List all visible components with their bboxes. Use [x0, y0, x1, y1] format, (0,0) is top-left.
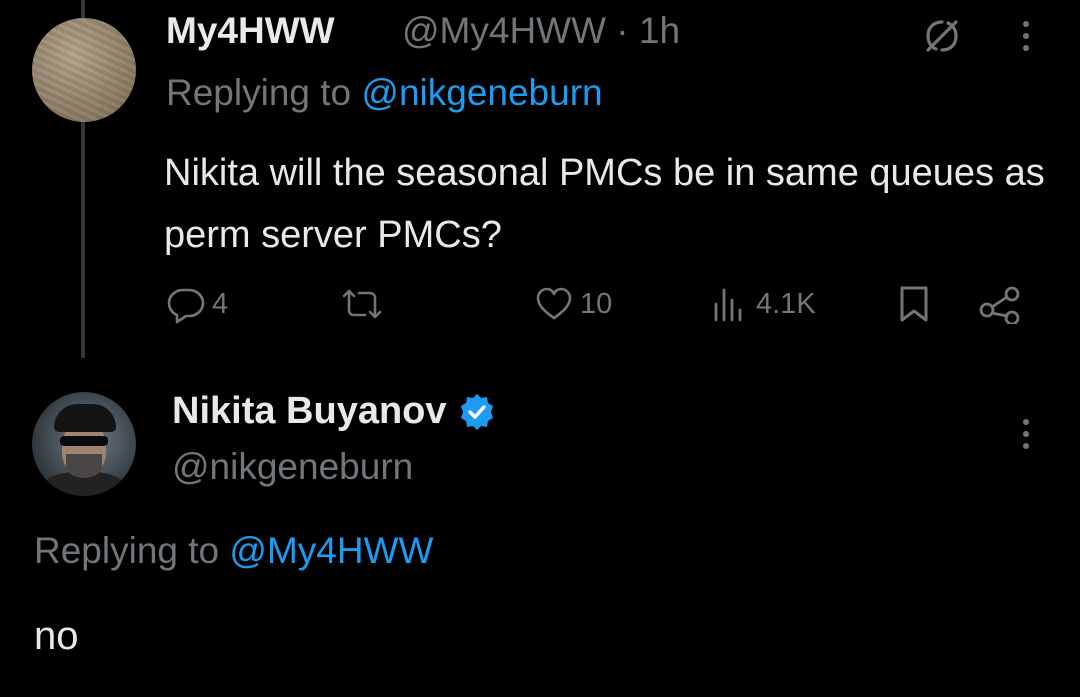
reply-button[interactable]: 4	[166, 284, 228, 324]
bookmark-icon	[900, 286, 928, 322]
author-handle[interactable]: @My4HWW · 1h	[402, 10, 680, 52]
more-icon[interactable]	[1014, 14, 1038, 58]
author-name[interactable]: Nikita Buyanov	[172, 390, 447, 433]
author-handle[interactable]: @nikgeneburn	[172, 446, 413, 488]
share-button[interactable]	[978, 284, 1022, 324]
grok-icon[interactable]	[920, 14, 964, 58]
like-count: 10	[580, 287, 613, 320]
author-name-row: Nikita Buyanov	[172, 390, 497, 433]
mention-link[interactable]: @nikgeneburn	[361, 72, 602, 113]
reply-count: 4	[212, 287, 229, 320]
replying-prefix: Replying to	[34, 530, 230, 571]
replying-prefix: Replying to	[166, 72, 362, 113]
views-icon	[714, 288, 742, 322]
tweet-text: Nikita will the seasonal PMCs be in same…	[164, 152, 1045, 256]
replying-to: Replying to @nikgeneburn	[166, 72, 603, 114]
share-icon	[979, 286, 1020, 324]
avatar[interactable]	[32, 392, 136, 496]
mention-link[interactable]: @My4HWW	[229, 530, 433, 571]
reply-text: no	[34, 614, 79, 658]
replying-to: Replying to @My4HWW	[34, 530, 433, 572]
verified-badge-icon[interactable]	[457, 392, 497, 432]
view-count: 4.1K	[756, 287, 816, 320]
reply-icon	[167, 288, 205, 324]
avatar[interactable]	[32, 18, 136, 122]
bookmark-button[interactable]	[896, 284, 932, 324]
retweet-button[interactable]	[338, 284, 392, 324]
more-icon[interactable]	[1014, 412, 1038, 456]
author-name[interactable]: My4HWW	[166, 10, 335, 52]
retweet-icon	[342, 289, 382, 319]
views-button[interactable]: 4.1K	[710, 284, 816, 324]
heart-icon	[536, 287, 572, 320]
like-button[interactable]: 10	[534, 284, 612, 324]
